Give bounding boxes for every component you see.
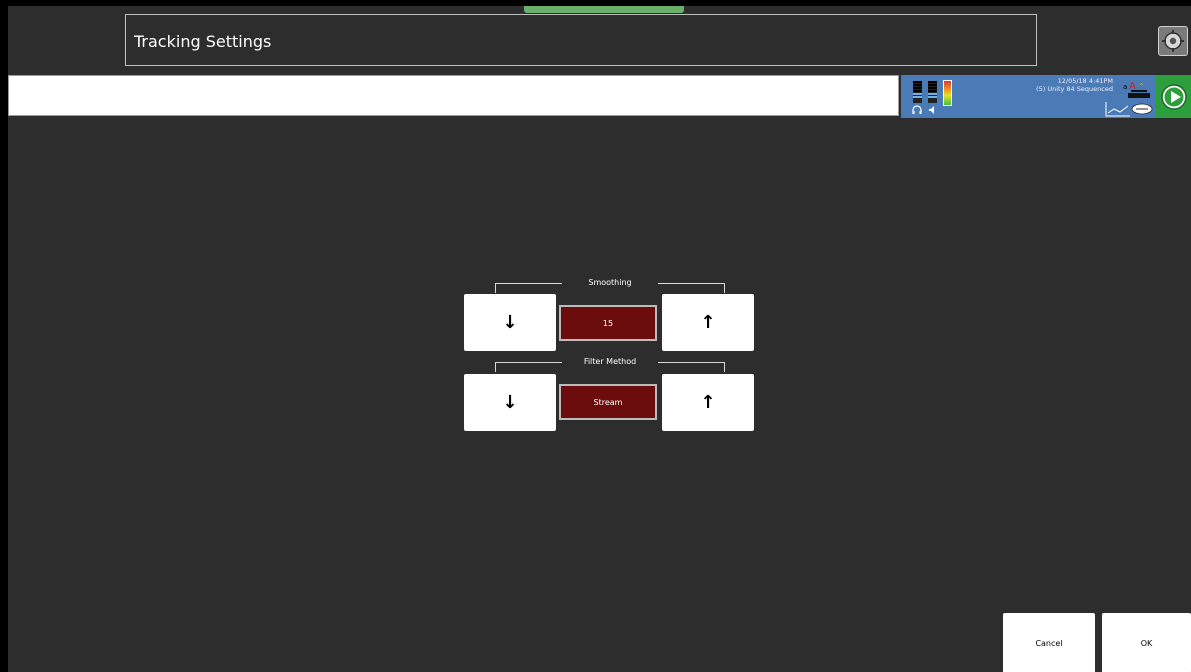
ok-button[interactable]: OK [1102, 613, 1191, 672]
top-pull-tab[interactable] [524, 6, 684, 13]
app-screen: Tracking Settings 12/05/18 4:41PM (5) Un… [8, 6, 1191, 672]
gear-icon [1162, 30, 1184, 52]
smoothing-down-button[interactable]: ↓ [464, 294, 556, 351]
smoothing-up-button[interactable]: ↑ [662, 294, 754, 351]
smoothing-label: Smoothing [562, 278, 658, 288]
cancel-button[interactable]: Cancel [1003, 613, 1095, 672]
speech-icon[interactable] [1131, 103, 1153, 116]
keyboard-icon[interactable] [1127, 89, 1151, 99]
play-icon [1161, 84, 1187, 110]
status-datetime: 12/05/18 4:41PM [1057, 77, 1113, 85]
settings-button[interactable] [1158, 26, 1188, 56]
chart-icon[interactable] [1105, 101, 1131, 117]
status-sequence: (5) Unity 84 Sequenced [1036, 85, 1113, 93]
smoothing-value: 15 [559, 305, 657, 341]
speaker-meter [928, 81, 937, 103]
battery-icon [943, 80, 952, 106]
title-bar: Tracking Settings [125, 14, 1037, 66]
volume-meter [913, 81, 922, 103]
filter-method-up-button[interactable]: ↑ [662, 374, 754, 431]
message-input[interactable] [8, 75, 899, 116]
filter-method-down-button[interactable]: ↓ [464, 374, 556, 431]
status-panel: 12/05/18 4:41PM (5) Unity 84 Sequenced a… [901, 75, 1156, 118]
play-button[interactable] [1156, 75, 1191, 118]
filter-method-value: Stream [559, 384, 657, 420]
speaker-icon [929, 106, 934, 114]
filter-method-label: Filter Method [562, 357, 658, 367]
headphones-icon [912, 105, 922, 114]
page-title: Tracking Settings [134, 32, 272, 51]
